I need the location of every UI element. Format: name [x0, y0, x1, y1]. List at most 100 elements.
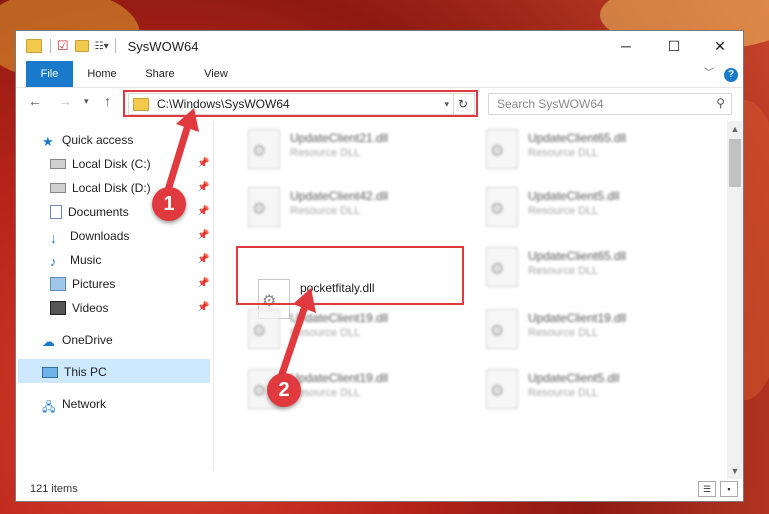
sidebar-item-downloads[interactable]: ↓ Downloads: [50, 225, 129, 247]
maximize-button[interactable]: ☐: [651, 31, 697, 61]
close-button[interactable]: ✕: [697, 31, 743, 61]
sidebar-item-documents[interactable]: Documents: [50, 201, 129, 223]
file-item[interactable]: ⚙ UpdateClient19.dll Resource DLL: [480, 303, 700, 353]
pin-icon[interactable]: 📌: [197, 302, 209, 313]
title-bar: ☑ ☷▾ SysWOW64 ─ ☐ ✕: [16, 31, 743, 61]
sidebar-item-label: Quick access: [62, 133, 134, 147]
pin-icon[interactable]: 📌: [197, 254, 209, 265]
navigation-pane: ★ Quick access Local Disk (C:) 📌 Local D…: [16, 121, 212, 471]
file-type: Resource DLL: [528, 205, 599, 217]
file-type: Resource DLL: [528, 265, 599, 277]
sidebar-item-local-disk-c[interactable]: Local Disk (C:): [50, 153, 151, 175]
drive-icon: [50, 159, 66, 169]
pin-icon[interactable]: 📌: [197, 278, 209, 289]
network-icon: 🖧: [42, 400, 56, 414]
download-icon: ↓: [50, 230, 57, 246]
file-name: UpdateClient19.dll: [290, 371, 389, 385]
sidebar-item-label: Documents: [68, 205, 129, 219]
sidebar-item-label: Downloads: [70, 229, 130, 243]
search-icon: ⚲: [716, 96, 725, 110]
large-icons-view-icon[interactable]: ▪: [720, 481, 738, 497]
gear-icon: ⚙: [490, 143, 505, 160]
pictures-icon: [50, 277, 66, 291]
sidebar-item-label: Local Disk (C:): [72, 157, 151, 171]
gear-icon: ⚙: [252, 143, 267, 160]
item-count: 121 items: [30, 483, 78, 495]
scroll-up-icon[interactable]: ▲: [727, 121, 743, 137]
address-highlight-box: [123, 90, 478, 117]
minimize-button[interactable]: ─: [603, 31, 649, 61]
file-item[interactable]: ⚙ UpdateClient19.dll Resource DLL: [242, 303, 462, 353]
file-item[interactable]: ⚙ UpdateClient21.dll Resource DLL: [242, 123, 462, 173]
file-item[interactable]: ⚙ UpdateClient42.dll Resource DLL: [242, 181, 462, 231]
file-item[interactable]: ⚙ UpdateClient65.dll Resource DLL: [480, 241, 700, 291]
sidebar-item-onedrive[interactable]: ☁ OneDrive: [42, 329, 113, 351]
folder-icon: [26, 39, 42, 53]
recent-locations-icon[interactable]: ▾: [84, 96, 89, 107]
vertical-scrollbar[interactable]: ▲ ▼: [727, 121, 743, 479]
details-view-icon[interactable]: ☰: [698, 481, 716, 497]
file-name: UpdateClient65.dll: [528, 131, 627, 145]
callout-badge-2: 2: [267, 373, 301, 407]
explorer-window: ☑ ☷▾ SysWOW64 ─ ☐ ✕ File Home Share View…: [15, 30, 744, 502]
sidebar-item-label: Local Disk (D:): [72, 181, 151, 195]
pin-icon[interactable]: 📌: [197, 182, 209, 193]
gear-icon: ⚙: [252, 323, 267, 340]
file-item[interactable]: ⚙ UpdateClient5.dll Resource DLL: [480, 181, 700, 231]
scrollbar-thumb[interactable]: [729, 139, 741, 187]
search-placeholder: Search SysWOW64: [497, 97, 604, 111]
file-item[interactable]: ⚙ UpdateClient5.dll Resource DLL: [480, 363, 700, 413]
sidebar-item-quick-access[interactable]: ★ Quick access: [42, 129, 133, 151]
file-type: Resource DLL: [290, 327, 361, 339]
divider: [50, 39, 51, 53]
gear-icon: ⚙: [490, 261, 505, 278]
sidebar-item-music[interactable]: ♪ Music: [50, 249, 101, 271]
tab-share[interactable]: Share: [136, 61, 184, 87]
gear-icon: ⚙: [252, 201, 267, 218]
sidebar-item-label: Network: [62, 397, 107, 411]
status-bar: 121 items ☰ ▪: [16, 479, 743, 501]
forward-arrow-icon[interactable]: →: [58, 93, 72, 109]
file-name: UpdateClient5.dll: [528, 189, 620, 203]
sidebar-item-label: OneDrive: [62, 333, 113, 347]
file-type: Resource DLL: [290, 147, 361, 159]
chevron-down-icon[interactable]: ﹀: [700, 61, 718, 87]
file-type: Resource DLL: [528, 387, 599, 399]
file-name: UpdateClient5.dll: [528, 371, 620, 385]
cloud-icon: ☁: [42, 334, 55, 349]
back-arrow-icon[interactable]: ←: [28, 93, 42, 109]
file-type: Resource DLL: [528, 327, 599, 339]
star-icon: ★: [42, 134, 54, 149]
documents-icon: [50, 205, 62, 219]
sidebar-item-network[interactable]: 🖧 Network: [42, 393, 106, 415]
pin-icon[interactable]: 📌: [197, 230, 209, 241]
file-item[interactable]: ⚙ UpdateClient65.dll Resource DLL: [480, 123, 700, 173]
sidebar-item-this-pc[interactable]: This PC: [42, 361, 107, 383]
sidebar-item-label: This PC: [64, 365, 107, 379]
sidebar-item-local-disk-d[interactable]: Local Disk (D:): [50, 177, 151, 199]
callout-badge-1: 1: [152, 187, 186, 221]
file-type: Resource DLL: [290, 205, 361, 217]
new-folder-icon[interactable]: [74, 40, 89, 52]
drive-icon: [50, 183, 66, 193]
tab-file[interactable]: File: [26, 61, 73, 87]
search-input[interactable]: Search SysWOW64 ⚲: [488, 93, 732, 115]
divider: [114, 39, 116, 53]
sidebar-item-videos[interactable]: Videos: [50, 297, 108, 319]
ribbon-tabs: File Home Share View ﹀ ?: [16, 61, 743, 88]
quick-access-toolbar: ☑ ☷▾: [50, 38, 116, 54]
sidebar-item-label: Music: [70, 253, 102, 267]
tab-home[interactable]: Home: [78, 61, 126, 87]
gear-icon: ⚙: [490, 323, 505, 340]
properties-icon[interactable]: ☑: [57, 38, 69, 54]
customize-toolbar-icon[interactable]: ☷▾: [95, 41, 109, 52]
help-icon[interactable]: ?: [722, 61, 740, 87]
tab-view[interactable]: View: [192, 61, 240, 87]
pin-icon[interactable]: 📌: [197, 206, 209, 217]
up-arrow-icon[interactable]: ↑: [104, 93, 111, 109]
gear-icon: ⚙: [490, 201, 505, 218]
pin-icon[interactable]: 📌: [197, 158, 209, 169]
sidebar-item-pictures[interactable]: Pictures: [50, 273, 115, 295]
window-title: SysWOW64: [127, 38, 199, 54]
scroll-down-icon[interactable]: ▼: [727, 463, 743, 479]
